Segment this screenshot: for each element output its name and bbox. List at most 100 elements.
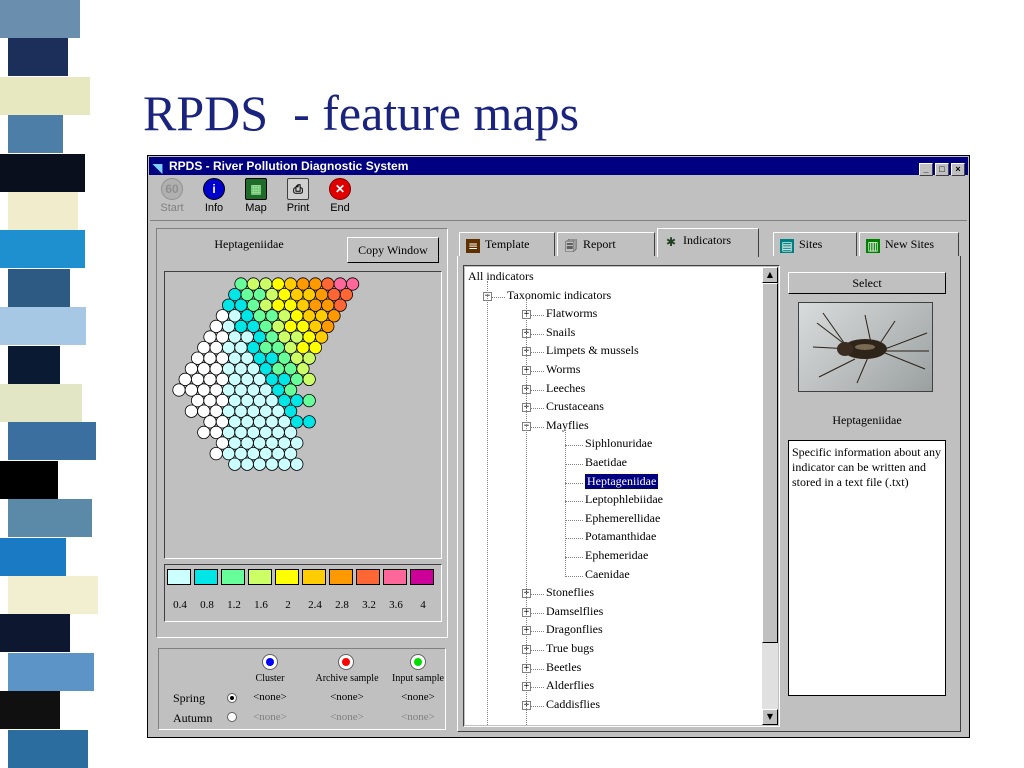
close-button[interactable]: × [951, 163, 965, 176]
map-node [228, 457, 242, 471]
tree-connector [492, 296, 505, 298]
start-button[interactable]: 60 Start [152, 178, 192, 214]
legend-swatch [383, 569, 407, 585]
tree-item[interactable]: Ephemerellidae [585, 511, 660, 526]
legend-swatch [329, 569, 353, 585]
photo-caption: Heptageniidae [832, 413, 902, 427]
stripe [0, 76, 90, 115]
new-sites-icon: ▥ [866, 239, 880, 253]
tree-connector [565, 445, 583, 447]
indicator-info-text[interactable]: Specific information about any indicator… [788, 440, 946, 696]
tab-new-sites[interactable]: ▥ New Sites [859, 232, 959, 256]
tree-item[interactable]: Flatworms [546, 306, 597, 321]
tree-item[interactable]: Leeches [546, 381, 585, 396]
print-button[interactable]: ⎙ Print [278, 178, 318, 214]
map-node [302, 372, 316, 387]
select-button[interactable]: Select [788, 272, 946, 294]
tree-node-taxonomic-indicators[interactable]: Taxonomic indicators [507, 288, 611, 303]
legend-label: 0.8 [200, 599, 214, 611]
info-button[interactable]: i Info [194, 178, 234, 214]
stripe [0, 0, 80, 38]
tree-item[interactable]: Caenidae [585, 567, 630, 582]
tree-root-all-indicators[interactable]: All indicators [468, 269, 534, 284]
cluster-marker-icon [262, 654, 278, 670]
template-icon: ≡ [466, 239, 480, 253]
tab-report[interactable]: 🗐 Report [557, 232, 655, 256]
tree-item[interactable]: Snails [546, 325, 575, 340]
tree-connector [531, 352, 544, 354]
legend-swatch [221, 569, 245, 585]
legend-swatch [356, 569, 380, 585]
app-logo-icon: ◥ [153, 161, 163, 175]
info-icon: i [203, 178, 225, 200]
indicator-photo [798, 302, 933, 392]
tree-connector [531, 668, 544, 670]
scroll-up-icon[interactable]: ▲ [762, 267, 778, 283]
tree-item[interactable]: Siphlonuridae [585, 436, 652, 451]
indicators-icon: ✱ [665, 235, 677, 249]
map-node [290, 457, 304, 471]
map-node [197, 425, 211, 439]
tree-item[interactable]: True bugs [546, 641, 594, 656]
scroll-down-icon[interactable]: ▼ [762, 709, 778, 725]
stripe [8, 499, 92, 538]
legend-label: 0.4 [173, 599, 187, 611]
tree-node-mayflies[interactable]: Mayflies [546, 418, 589, 433]
tree-connector [565, 464, 583, 465]
tree-item[interactable]: Caddisflies [546, 697, 600, 712]
tree-item[interactable]: Worms [546, 362, 580, 377]
tree-item[interactable]: Damselflies [546, 604, 603, 619]
map-button[interactable]: ▦ Map [236, 178, 276, 214]
tree-connector [531, 408, 544, 410]
tree-item[interactable]: Potamanthidae [585, 529, 656, 544]
tree-connector [531, 426, 544, 428]
spring-label: Spring [173, 691, 206, 705]
legend-label: 2.8 [335, 599, 349, 611]
legend-label: 1.6 [254, 599, 268, 611]
start-icon: 60 [161, 178, 183, 200]
spring-cluster-value: <none> [253, 691, 287, 703]
tree-item-selected[interactable]: Heptageniidae [583, 472, 660, 490]
window-titlebar[interactable]: ◥ RPDS - River Pollution Diagnostic Syste… [149, 157, 968, 176]
stripe [8, 38, 68, 77]
map-node [184, 404, 199, 418]
legend-swatch [194, 569, 218, 585]
sites-icon: ▤ [780, 239, 794, 253]
tree-scrollbar[interactable]: ▲ ▼ [762, 267, 778, 725]
tree-item[interactable]: Limpets & mussels [546, 343, 639, 358]
mayfly-larva-image [812, 312, 929, 384]
slide-stripe-decoration [0, 0, 100, 768]
stripe [8, 576, 98, 614]
maximize-button[interactable]: □ [935, 163, 949, 176]
tree-item[interactable]: Dragonflies [546, 622, 603, 637]
tab-template[interactable]: ≡ Template [459, 232, 555, 256]
tree-item[interactable]: Leptophlebiidae [585, 492, 663, 507]
tree-item[interactable]: Baetidae [585, 455, 627, 470]
legend-label: 2.4 [308, 599, 322, 611]
spring-input-value: <none> [401, 691, 435, 703]
map-title: Heptageniidae [214, 237, 284, 251]
tree-item[interactable]: Stoneflies [546, 585, 594, 600]
map-node [209, 447, 223, 461]
tree-item[interactable]: Alderflies [546, 678, 594, 693]
stripe [0, 460, 58, 499]
scroll-thumb[interactable] [762, 283, 778, 643]
tab-sites[interactable]: ▤ Sites [773, 232, 857, 256]
color-legend: 0.4 0.8 1.2 1.6 2 2.4 2.8 3.2 3.6 4 [164, 564, 442, 622]
tree-item[interactable]: Crustaceans [546, 399, 604, 414]
archive-sample-marker-icon [338, 654, 354, 670]
tab-indicators[interactable]: ✱ Indicators [657, 228, 759, 257]
copy-window-button[interactable]: Copy Window [347, 237, 439, 263]
minimize-button[interactable]: _ [919, 163, 933, 176]
legend-label: 3.2 [362, 599, 376, 611]
tree-connector [565, 482, 583, 484]
stripe [0, 153, 85, 192]
tree-connector [531, 389, 544, 391]
tree-connector [526, 299, 527, 725]
end-button[interactable]: ✕ End [320, 178, 360, 214]
tree-connector [531, 650, 544, 651]
tree-item[interactable]: Beetles [546, 660, 581, 675]
tree-item[interactable]: Ephemeridae [585, 548, 648, 563]
map-node [253, 457, 267, 471]
input-sample-header: Input sample [392, 673, 444, 684]
